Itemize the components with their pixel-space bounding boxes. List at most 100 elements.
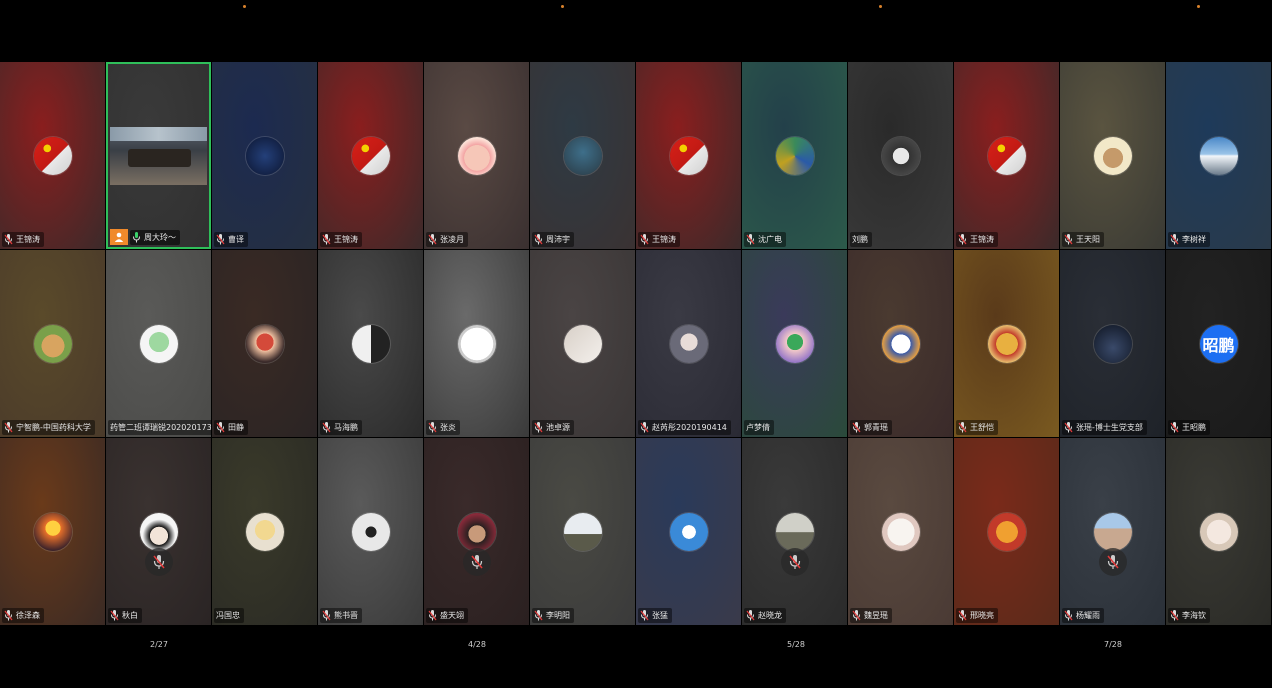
participant-tile[interactable]: 张瑶-博士生党支部	[1060, 250, 1165, 437]
participant-name-label: 赵晓龙	[744, 608, 786, 623]
avatar	[245, 324, 284, 363]
participant-tile[interactable]: 药管二班谭瑞锐2020201733	[106, 250, 211, 437]
participant-tile[interactable]: 马海鹏	[318, 250, 423, 437]
participant-name-label: 杨耀雨	[1062, 608, 1104, 623]
participant-tile[interactable]: 刘鹏	[848, 62, 953, 249]
avatar	[775, 324, 814, 363]
participant-tile[interactable]: 田静	[212, 250, 317, 437]
participant-tile[interactable]: 昭鹏 王昭鹏	[1166, 250, 1271, 437]
avatar	[351, 324, 390, 363]
participant-name: 熊书晋	[334, 611, 358, 620]
avatar	[245, 136, 284, 175]
mic-icon	[852, 610, 861, 621]
participant-tile[interactable]: 王舒恺	[954, 250, 1059, 437]
participant-name-label: 熊书晋	[320, 608, 362, 623]
participant-tile[interactable]: 秋白	[106, 438, 211, 625]
participant-name-label: 邢晓亮	[956, 608, 998, 623]
participant-tile[interactable]: 池卓源	[530, 250, 635, 437]
participant-name-label: 池卓源	[532, 420, 574, 435]
participant-tile[interactable]: 张凌月	[424, 62, 529, 249]
participant-tile[interactable]: 盛天翊	[424, 438, 529, 625]
avatar	[33, 512, 72, 551]
participant-name: 杨耀雨	[1076, 611, 1100, 620]
participant-name-label: 王舒恺	[956, 420, 998, 435]
participant-name: 曹译	[228, 235, 244, 244]
participant-tile[interactable]: 王锦涛	[318, 62, 423, 249]
participant-tile[interactable]: 宁智鹏-中国药科大学	[0, 250, 105, 437]
participant-name: 张瑶-博士生党支部	[1076, 423, 1143, 432]
participant-tile[interactable]: 曹译	[212, 62, 317, 249]
participant-name-label: 王锦涛	[320, 232, 362, 247]
participant-tile[interactable]: 周沛宇	[530, 62, 635, 249]
avatar	[457, 136, 496, 175]
avatar	[987, 324, 1026, 363]
avatar	[457, 512, 496, 551]
participant-name: 周沛宇	[546, 235, 570, 244]
participant-name-label: 张炎	[426, 420, 460, 435]
avatar	[351, 512, 390, 551]
participant-name: 王锦涛	[334, 235, 358, 244]
participant-name-label: 王锦涛	[638, 232, 680, 247]
participant-tile[interactable]: 王天阳	[1060, 62, 1165, 249]
muted-mic-icon	[1098, 547, 1127, 576]
avatar	[33, 136, 72, 175]
avatar	[987, 136, 1026, 175]
participant-name-label: 药管二班谭瑞锐2020201733	[108, 420, 211, 435]
participant-tile[interactable]: 张猛	[636, 438, 741, 625]
participant-tile[interactable]: 周大玲～	[106, 62, 211, 249]
mic-icon	[1170, 422, 1179, 433]
participant-name: 王锦涛	[652, 235, 676, 244]
mic-icon	[216, 234, 225, 245]
participant-tile[interactable]: 李海钦	[1166, 438, 1271, 625]
participant-name-label: 宁智鹏-中国药科大学	[2, 420, 95, 435]
participant-name: 张凌月	[440, 235, 464, 244]
participant-name-label: 郭青瑶	[850, 420, 892, 435]
participant-name-label: 张瑶-博士生党支部	[1062, 420, 1147, 435]
mic-active-icon	[132, 232, 141, 243]
avatar	[669, 512, 708, 551]
participant-name: 张炎	[440, 423, 456, 432]
avatar	[139, 512, 178, 551]
participant-tile[interactable]: 熊书晋	[318, 438, 423, 625]
participant-tile[interactable]: 李明阳	[530, 438, 635, 625]
participant-name-label: 李海钦	[1168, 608, 1210, 623]
mic-icon	[322, 610, 331, 621]
participant-name: 邢晓亮	[970, 611, 994, 620]
participant-tile[interactable]: 徐泽森	[0, 438, 105, 625]
participant-name: 卢梦倩	[746, 423, 770, 432]
mic-icon	[746, 610, 755, 621]
participant-name: 刘鹏	[852, 235, 868, 244]
participant-tile[interactable]: 郭青瑶	[848, 250, 953, 437]
participant-name-label: 刘鹏	[850, 232, 872, 247]
page-indicator: 4/28	[468, 640, 486, 649]
avatar	[563, 136, 602, 175]
mic-icon	[4, 610, 13, 621]
participant-name-label: 马海鹏	[320, 420, 362, 435]
avatar	[669, 324, 708, 363]
participant-tile[interactable]: 赵晓龙	[742, 438, 847, 625]
participant-name-label: 卢梦倩	[744, 420, 774, 435]
mic-icon	[534, 234, 543, 245]
avatar	[881, 324, 920, 363]
participant-tile[interactable]: 张炎	[424, 250, 529, 437]
participant-tile[interactable]: 卢梦倩	[742, 250, 847, 437]
mic-icon	[534, 610, 543, 621]
mic-icon	[1170, 610, 1179, 621]
participant-tile[interactable]: 冯国忠	[212, 438, 317, 625]
participant-tile[interactable]: 李树祥	[1166, 62, 1271, 249]
participant-tile[interactable]: 魏昱瑶	[848, 438, 953, 625]
participant-tile[interactable]: 王锦涛	[954, 62, 1059, 249]
participant-tile[interactable]: 杨耀雨	[1060, 438, 1165, 625]
participant-tile[interactable]: 沈广电	[742, 62, 847, 249]
participant-tile[interactable]: 王锦涛	[0, 62, 105, 249]
participant-tile[interactable]: 王锦涛	[636, 62, 741, 249]
participant-name-label: 赵芮彤2020190414	[638, 420, 731, 435]
participant-tile[interactable]: 赵芮彤2020190414	[636, 250, 741, 437]
mic-icon	[1170, 234, 1179, 245]
page-indicator: 2/27	[150, 640, 168, 649]
participant-name: 赵芮彤2020190414	[652, 423, 727, 432]
participant-name: 郭青瑶	[864, 423, 888, 432]
participant-name-label: 李树祥	[1168, 232, 1210, 247]
participant-tile[interactable]: 邢晓亮	[954, 438, 1059, 625]
participant-name: 王锦涛	[970, 235, 994, 244]
